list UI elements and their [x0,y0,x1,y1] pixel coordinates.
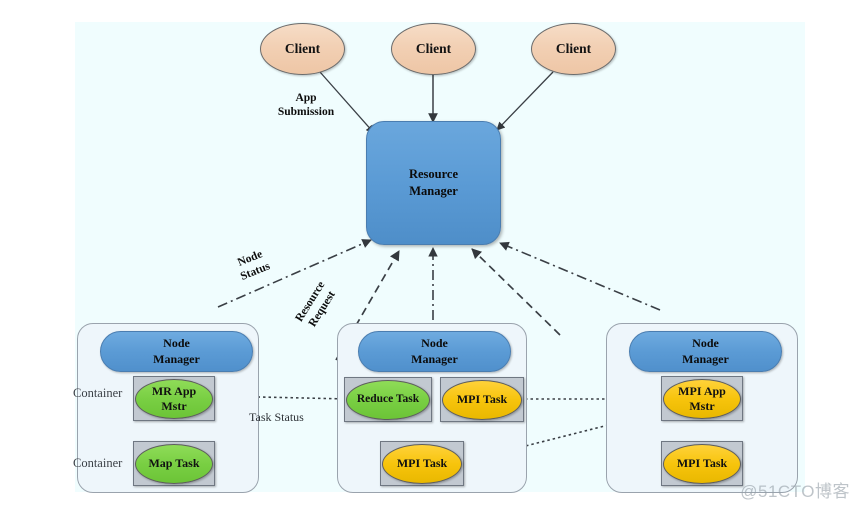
task-mpi-app-mstr[interactable]: MPI App Mstr [663,378,741,419]
node-manager-1-line1: Node [163,335,190,350]
edge-client3-to-rm [496,71,554,131]
task-mpi-task-2[interactable]: MPI Task [382,443,462,484]
task-mpi-app-mstr-line1: MPI App [678,383,726,398]
task-mpi-task-3[interactable]: MPI Task [663,443,741,484]
task-mpi-task-2-label: MPI Task [396,456,448,470]
edge-client1-to-rm [319,71,375,134]
task-reduce-task[interactable]: Reduce Task [346,379,430,420]
client-label-3: Client [555,41,592,56]
container-box-4: MPI Task [440,377,524,422]
container-box-2: Map Task [133,441,215,486]
resource-manager-label-line2: Manager [409,184,458,198]
task-map-task[interactable]: Map Task [135,443,213,484]
node-manager-3[interactable]: Node Manager [629,331,782,372]
task-mr-app-mstr-line2: Mstr [161,398,187,413]
client-node-1[interactable]: Client [260,23,345,75]
watermark: @51CTO博客 [740,482,850,501]
task-mr-app-mstr-line1: MR App [151,383,197,398]
task-reduce-task-label: Reduce Task [356,393,420,406]
task-mr-app-mstr[interactable]: MR App Mstr [135,378,213,419]
container-box-6: MPI App Mstr [661,376,743,421]
node-manager-2-line1: Node [421,335,448,350]
node-manager-3-line2: Manager [682,351,729,366]
resource-manager-node[interactable]: Resource Manager [366,121,501,245]
task-mpi-task-3-label: MPI Task [676,456,728,470]
edge-label-task-status: Task Status [249,410,304,424]
diagram-root: Client Client Client Resource Manager No… [0,0,860,506]
client-label-1: Client [284,41,321,56]
container-box-3: Reduce Task [344,377,432,422]
task-map-task-label: Map Task [148,456,200,470]
node-manager-3-line1: Node [692,335,719,350]
container-box-7: MPI Task [661,441,743,486]
node-manager-2[interactable]: Node Manager [358,331,511,372]
container-label-2: Container [73,456,123,470]
task-mpi-task-1[interactable]: MPI Task [442,379,522,420]
client-label-2: Client [415,41,452,56]
task-mpi-app-mstr-line2: Mstr [689,398,715,413]
client-node-2[interactable]: Client [391,23,476,75]
edge-node-status-right [499,241,661,311]
node-manager-2-line2: Manager [411,351,458,366]
client-node-3[interactable]: Client [531,23,616,75]
node-manager-1[interactable]: Node Manager [100,331,253,372]
resource-manager-label-line1: Resource [408,167,459,182]
container-box-1: MR App Mstr [133,376,215,421]
container-label-1: Container [73,386,123,400]
task-mpi-task-1-label: MPI Task [456,392,508,406]
container-box-5: MPI Task [380,441,464,486]
node-manager-1-line2: Manager [153,351,200,366]
